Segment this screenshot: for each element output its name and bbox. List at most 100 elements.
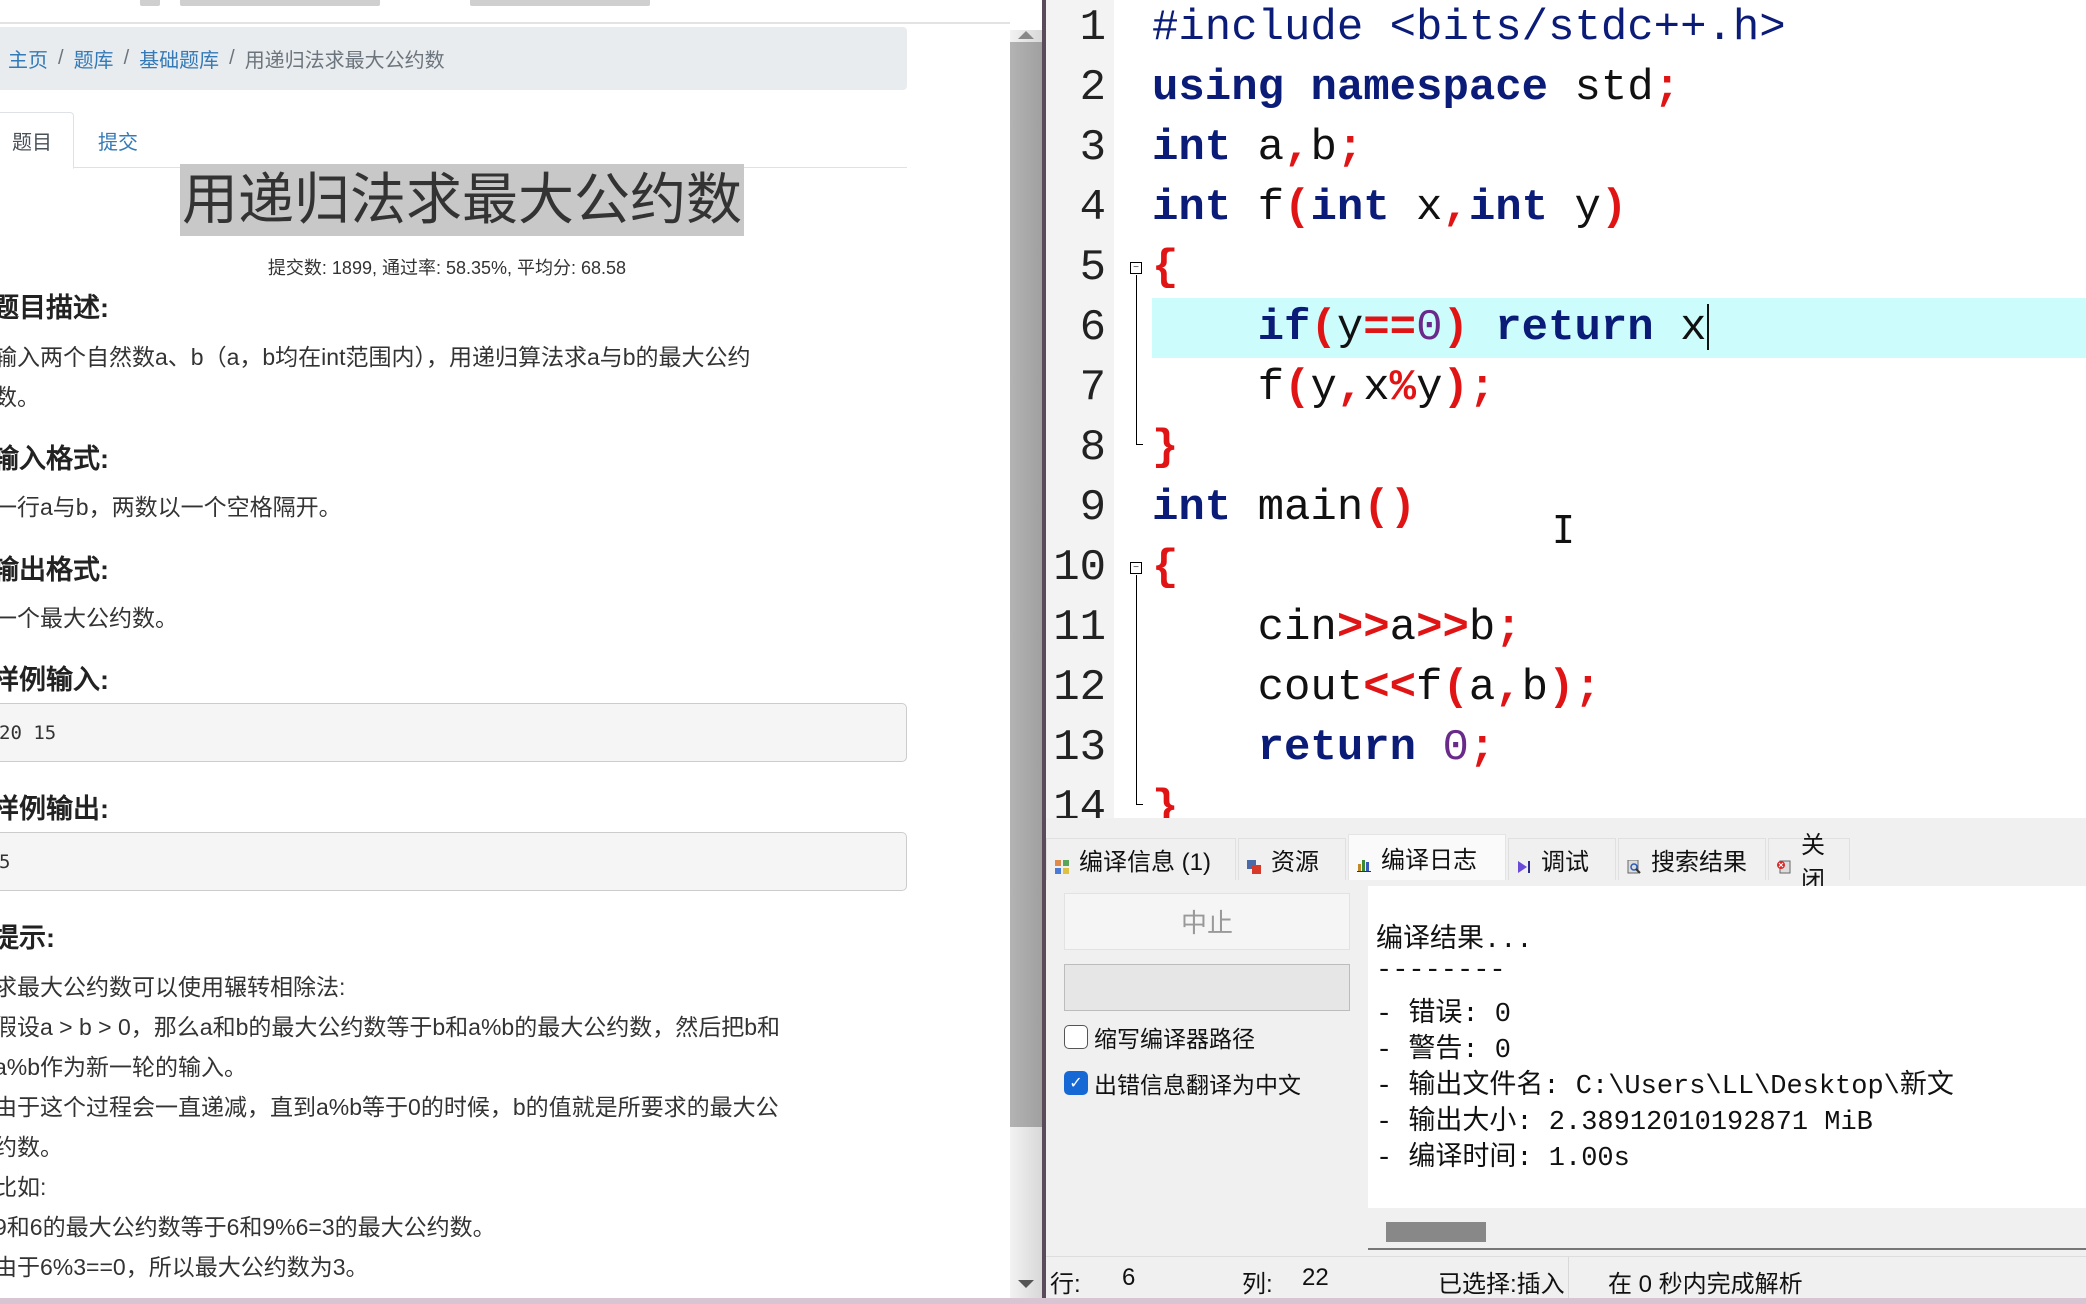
code-token: y bbox=[1310, 363, 1337, 413]
fold-toggle-icon[interactable]: − bbox=[1130, 562, 1142, 574]
code-token: f bbox=[1152, 363, 1285, 413]
scrollbar-thumb[interactable] bbox=[1386, 1222, 1486, 1242]
code-line[interactable]: f(y,x%y); bbox=[1152, 358, 1496, 418]
bottom-tab-label: 资源 bbox=[1271, 849, 1319, 876]
cut-off-icon bbox=[140, 0, 160, 6]
description-heading: 题目描述: bbox=[0, 293, 109, 323]
checkbox-unchecked-icon[interactable] bbox=[1064, 1025, 1088, 1049]
stop-button[interactable]: 中止 bbox=[1064, 893, 1350, 950]
code-line[interactable]: int f(int x,int y) bbox=[1152, 178, 1627, 238]
code-token: f bbox=[1416, 663, 1443, 713]
line-number: 13 bbox=[1053, 723, 1106, 773]
code-line[interactable]: if(y==0) return x bbox=[1152, 298, 1709, 358]
code-token: cin bbox=[1152, 603, 1337, 653]
sample-input-box[interactable]: 20 15 bbox=[0, 703, 907, 762]
bottom-tab-label: 调试 bbox=[1541, 849, 1589, 876]
breadcrumb: 主页 / 题库 / 基础题库 / 用递归法求最大公约数 bbox=[0, 27, 907, 90]
bottom-panel-tabs: 编译信息 (1) 资源 编译日志 调试 搜索结果 关闭 bbox=[1046, 832, 2086, 894]
line-number-gutter: 1 2 3 4 5 6 7 8 9 10 11 12 13 14 bbox=[1046, 0, 1114, 818]
hint-line: 求最大公约数可以使用辗转相除法: bbox=[0, 974, 346, 1000]
scroll-up-arrow-icon[interactable] bbox=[1018, 31, 1034, 39]
code-token: , bbox=[1336, 363, 1364, 413]
page-scrollbar[interactable] bbox=[1010, 30, 1042, 1304]
col-value: 22 bbox=[1302, 1264, 1329, 1291]
code-token: ; bbox=[1653, 63, 1681, 113]
bottom-tab-label: 编译日志 bbox=[1381, 847, 1477, 874]
code-line[interactable]: using namespace std; bbox=[1152, 58, 1680, 118]
log-horizontal-scrollbar[interactable] bbox=[1368, 1208, 2086, 1250]
line-number: 4 bbox=[1079, 183, 1106, 233]
code-token: x bbox=[1389, 183, 1443, 233]
code-token: () bbox=[1363, 483, 1417, 533]
mouse-ibeam-cursor-icon: I bbox=[1552, 508, 1575, 552]
scroll-down-arrow-icon[interactable] bbox=[1018, 1280, 1034, 1288]
tab-problem[interactable]: 题目 bbox=[0, 112, 74, 169]
bottom-tab[interactable]: 调试 bbox=[1508, 838, 1616, 880]
code-line[interactable]: int main() bbox=[1152, 478, 1416, 538]
code-token: b bbox=[1310, 123, 1337, 173]
cut-off-text bbox=[470, 0, 650, 6]
line-number: 8 bbox=[1079, 423, 1106, 473]
line-number: 11 bbox=[1053, 603, 1106, 653]
code-line[interactable]: } bbox=[1152, 418, 1178, 478]
sample-output-box[interactable]: 5 bbox=[0, 832, 907, 891]
breadcrumb-problem-bank[interactable]: 题库 bbox=[74, 44, 114, 73]
code-line[interactable]: cin>>a>>b; bbox=[1152, 598, 1522, 658]
code-token: a bbox=[1468, 663, 1496, 713]
code-line[interactable]: int a,b; bbox=[1152, 118, 1363, 178]
code-token: x bbox=[1363, 363, 1390, 413]
search-doc-icon bbox=[1627, 853, 1641, 874]
resources-icon bbox=[1247, 853, 1261, 874]
breadcrumb-current: 用递归法求最大公约数 bbox=[244, 50, 445, 72]
bottom-tab[interactable]: 搜索结果 bbox=[1618, 838, 1766, 880]
sample-output-heading: 样例输出: bbox=[0, 794, 109, 824]
code-line[interactable]: return 0; bbox=[1152, 718, 1496, 778]
code-token: y bbox=[1548, 183, 1601, 233]
compile-log[interactable]: 编译结果... -------- - 错误: 0 - 警告: 0 - 输出文件名: C:… bbox=[1368, 886, 2086, 1208]
line-number: 1 bbox=[1079, 3, 1106, 53]
hint-heading: 提示: bbox=[0, 923, 55, 953]
code-token: main bbox=[1231, 483, 1364, 533]
taskbar-edge bbox=[0, 1298, 2086, 1304]
bottom-tab[interactable]: 关闭 bbox=[1768, 832, 1850, 894]
description-line: 数。 bbox=[0, 384, 40, 410]
shorten-compiler-path-checkbox[interactable]: 缩写编译器路径 bbox=[1064, 1020, 1255, 1054]
log-line: - 编译时间: 1.00s bbox=[1376, 1144, 1630, 1174]
tab-submit[interactable]: 提交 bbox=[96, 112, 140, 168]
breadcrumb-home[interactable]: 主页 bbox=[8, 44, 48, 73]
code-token: return bbox=[1257, 723, 1417, 773]
browser-pane: 主页 / 题库 / 基础题库 / 用递归法求最大公约数 题目 提交 用递归法求最… bbox=[0, 0, 1042, 1304]
text-caret bbox=[1706, 304, 1709, 351]
checkbox-checked-icon[interactable]: ✓ bbox=[1064, 1071, 1088, 1095]
code-line[interactable]: { bbox=[1152, 238, 1178, 298]
row-label: 行: bbox=[1050, 1271, 1081, 1298]
breadcrumb-separator: / bbox=[229, 47, 235, 69]
fold-end-marker bbox=[1136, 444, 1143, 445]
code-token: 0 bbox=[1442, 723, 1469, 773]
code-token: << bbox=[1363, 663, 1417, 713]
code-editor[interactable]: 1 2 3 4 5 6 7 8 9 10 11 12 13 14 #include <bits/stdc+… bbox=[1046, 0, 2086, 818]
line-number: 12 bbox=[1053, 663, 1106, 713]
translate-errors-checkbox[interactable]: ✓ 出错信息翻译为中文 bbox=[1064, 1066, 1301, 1100]
fold-toggle-icon[interactable]: − bbox=[1130, 262, 1142, 274]
code-line[interactable]: #include <bits/stdc++.h> bbox=[1152, 0, 1786, 58]
code-token: return bbox=[1495, 303, 1654, 353]
bar-chart-icon bbox=[1357, 851, 1371, 872]
bottom-tab[interactable]: 编译信息 (1) bbox=[1046, 838, 1236, 880]
code-line[interactable]: { bbox=[1152, 538, 1178, 598]
code-token: std bbox=[1548, 63, 1654, 113]
scrollbar-thumb[interactable] bbox=[1010, 42, 1042, 1127]
breadcrumb-basic-bank[interactable]: 基础题库 bbox=[139, 44, 219, 73]
bottom-tab[interactable]: 编译日志 bbox=[1348, 834, 1506, 880]
code-line[interactable]: } bbox=[1152, 778, 1178, 818]
selection-mode: 已选择:插入 bbox=[1438, 1271, 1565, 1298]
sample-input-heading: 样例输入: bbox=[0, 665, 109, 695]
code-token: b bbox=[1468, 603, 1496, 653]
output-format-heading: 输出格式: bbox=[0, 555, 109, 585]
log-line: - 输出大小: 2.38912010192871 MiB bbox=[1376, 1108, 1873, 1138]
code-token: { bbox=[1152, 543, 1179, 593]
bottom-tab[interactable]: 资源 bbox=[1238, 838, 1346, 880]
code-line[interactable]: cout<<f(a,b); bbox=[1152, 658, 1601, 718]
